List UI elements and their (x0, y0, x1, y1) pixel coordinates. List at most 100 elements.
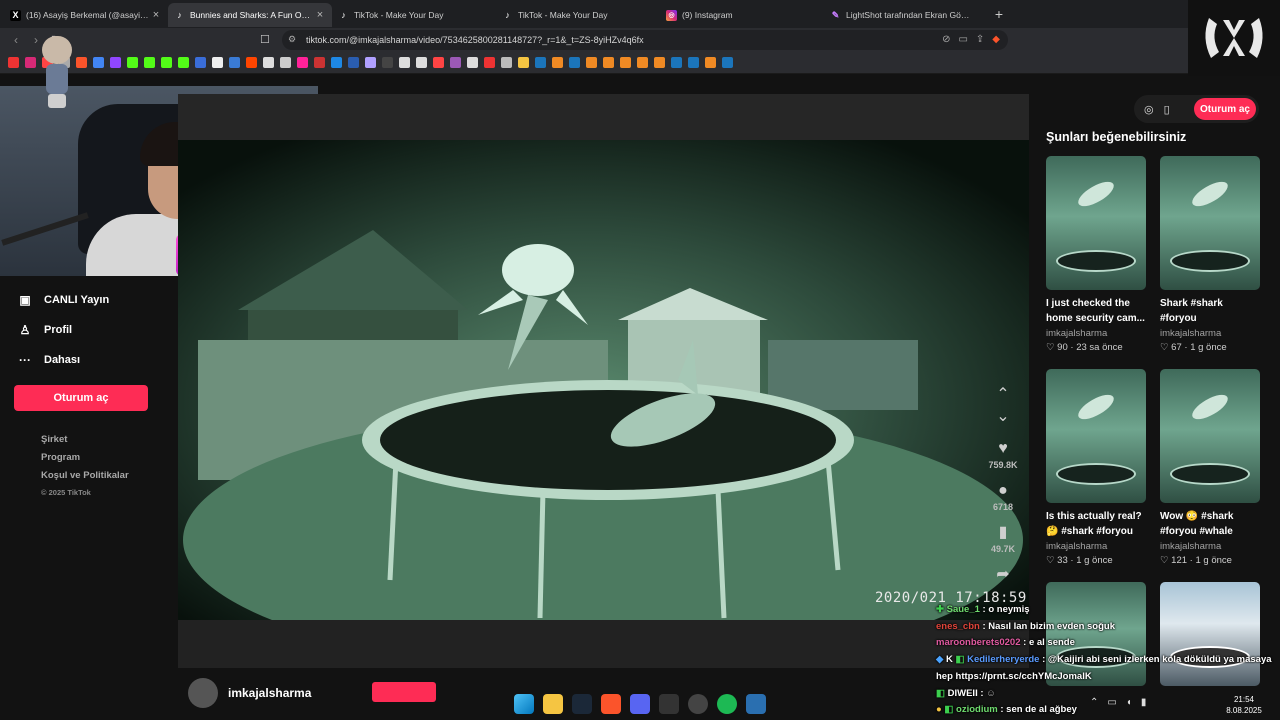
back-icon[interactable]: ‹ (6, 33, 26, 47)
bookmark-icon[interactable] (484, 57, 495, 68)
bookmark-icon[interactable] (263, 57, 274, 68)
close-icon[interactable]: × (150, 9, 162, 21)
bookmark-reddit-icon[interactable] (246, 57, 257, 68)
spotify-icon[interactable] (717, 694, 737, 714)
sidebar-item-more[interactable]: ··· Dahası (14, 345, 164, 375)
footer-link-company[interactable]: Şirket (41, 434, 129, 452)
tray-icon[interactable]: ⌃ (1090, 697, 1098, 708)
brave-shield-icon[interactable]: ◆ (992, 34, 1000, 45)
bookmark-steam-icon[interactable] (569, 57, 580, 68)
bookmark-icon[interactable] (586, 57, 597, 68)
recommend-card[interactable]: Is this actually real? 🤔 #shark #foryou … (1046, 369, 1146, 566)
bookmark-icon[interactable] (552, 57, 563, 68)
sidebar-item-profile[interactable]: ♙ Profil (14, 315, 164, 345)
video-thumbnail[interactable] (1160, 369, 1260, 503)
bookmark-kick-icon[interactable] (144, 57, 155, 68)
bookmark-icon[interactable] (382, 57, 393, 68)
cast-icon[interactable]: ▭ (958, 34, 967, 45)
bookmark-drive-icon[interactable] (93, 57, 104, 68)
bookmark-twitch-icon[interactable] (110, 57, 121, 68)
bookmark-icon[interactable] (314, 57, 325, 68)
brave-browser-icon[interactable] (601, 694, 621, 714)
tab-3[interactable]: ♪ TikTok - Make Your Day (496, 3, 660, 27)
tab-4[interactable]: ◎ (9) Instagram (660, 3, 824, 27)
bookmark-icon[interactable] (467, 57, 478, 68)
recommend-card[interactable]: I just checked the home security cam... … (1046, 156, 1146, 353)
video-thumbnail[interactable] (1046, 369, 1146, 503)
bookmark-icon[interactable] (416, 57, 427, 68)
video-thumbnail[interactable] (1160, 156, 1260, 290)
chevron-down-icon[interactable]: ⌄ (982, 406, 1024, 428)
bookmark-action[interactable]: ▮ 49.7K (982, 522, 1024, 554)
bookmark-icon[interactable] (331, 57, 342, 68)
share-page-icon[interactable]: ⇪ (976, 34, 984, 45)
network-icon[interactable]: ▭ (1107, 697, 1116, 708)
phone-icon[interactable]: ▯ (1164, 103, 1170, 116)
footer-link-terms[interactable]: Koşul ve Politikalar (41, 470, 129, 488)
bookmark-icon[interactable] (501, 57, 512, 68)
bookmark-icon[interactable] (450, 57, 461, 68)
app-icon[interactable] (746, 694, 766, 714)
mic-icon[interactable]: ▮ (1141, 697, 1147, 708)
card-author[interactable]: imkajalsharma (1160, 328, 1260, 339)
bookmark-kick-icon[interactable] (161, 57, 172, 68)
tab-5[interactable]: ✎ LightShot tarafından Ekran Görüntüsü (824, 3, 988, 27)
bookmark-icon[interactable] (637, 57, 648, 68)
bookmark-kick-icon[interactable] (178, 57, 189, 68)
bookmark-icon[interactable] (365, 57, 376, 68)
bookmark-steam-icon[interactable] (688, 57, 699, 68)
bookmark-icon[interactable] (348, 57, 359, 68)
bookmark-icon[interactable] (195, 57, 206, 68)
bookmark-icon[interactable] (399, 57, 410, 68)
tab-0[interactable]: X (16) Asayiş Berkemal (@asayisberkemal)… (4, 3, 168, 27)
video-player[interactable] (178, 140, 1029, 620)
bookmark-steam-icon[interactable] (671, 57, 682, 68)
new-tab-button[interactable]: + (988, 6, 1010, 22)
close-icon[interactable]: × (314, 9, 326, 21)
tab-1[interactable]: ♪ Bunnies and Sharks: A Fun Ocean × (168, 3, 332, 27)
tab-2[interactable]: ♪ TikTok - Make Your Day (332, 3, 496, 27)
bookmark-kick-icon[interactable] (127, 57, 138, 68)
bookmark-icon[interactable] (229, 57, 240, 68)
comment-action[interactable]: ● 6718 (982, 480, 1024, 512)
bookmark-icon[interactable] (654, 57, 665, 68)
system-clock[interactable]: 21:54 8.08.2025 (1214, 694, 1274, 716)
no-tracking-icon[interactable]: ⊘ (942, 34, 950, 45)
bookmark-icon[interactable] (620, 57, 631, 68)
file-explorer-icon[interactable] (543, 694, 563, 714)
footer-link-program[interactable]: Program (41, 452, 129, 470)
obs-icon[interactable] (688, 694, 708, 714)
card-author[interactable]: imkajalsharma (1160, 541, 1260, 552)
bookmark-icon[interactable] (433, 57, 444, 68)
bookmark-icon[interactable] (76, 57, 87, 68)
login-button[interactable]: Oturum aç (14, 385, 148, 411)
chevron-up-icon[interactable]: ⌃ (982, 384, 1024, 406)
bookmark-icon[interactable] (297, 57, 308, 68)
discord-icon[interactable] (630, 694, 650, 714)
bookmark-icon[interactable] (280, 57, 291, 68)
bookmark-youtube-icon[interactable] (8, 57, 19, 68)
bookmark-instagram-icon[interactable] (25, 57, 36, 68)
signin-button[interactable]: Oturum aç (1194, 98, 1256, 120)
share-action[interactable]: ➦ (982, 564, 1024, 586)
bookmark-x-icon[interactable] (212, 57, 223, 68)
bookmark-steam-icon[interactable] (722, 57, 733, 68)
bookmark-folder-icon[interactable] (518, 57, 529, 68)
bookmark-icon[interactable] (603, 57, 614, 68)
compass-icon[interactable]: ◎ (1144, 103, 1154, 116)
recommend-card[interactable]: Shark #shark #foryou imkajalsharma ♡ 67 … (1160, 156, 1260, 353)
app-icon[interactable] (659, 694, 679, 714)
bookmark-icon[interactable]: ☐ (260, 33, 270, 46)
like-action[interactable]: ♥ 759.8K (982, 438, 1024, 470)
video-thumbnail[interactable] (1046, 156, 1146, 290)
card-author[interactable]: imkajalsharma (1046, 541, 1146, 552)
bookmark-icon[interactable] (705, 57, 716, 68)
volume-icon[interactable]: ◖ (1126, 697, 1132, 708)
windows-start-icon[interactable] (514, 694, 534, 714)
url-field[interactable]: ⚙ tiktok.com/@imkajalsharma/video/753462… (282, 30, 1008, 50)
recommend-card[interactable]: Wow 😳 #shark #foryou #whale imkajalsharm… (1160, 369, 1260, 566)
card-author[interactable]: imkajalsharma (1046, 328, 1146, 339)
steam-icon[interactable] (572, 694, 592, 714)
bookmark-steam-icon[interactable] (535, 57, 546, 68)
site-info-icon[interactable]: ⚙ (288, 34, 296, 45)
